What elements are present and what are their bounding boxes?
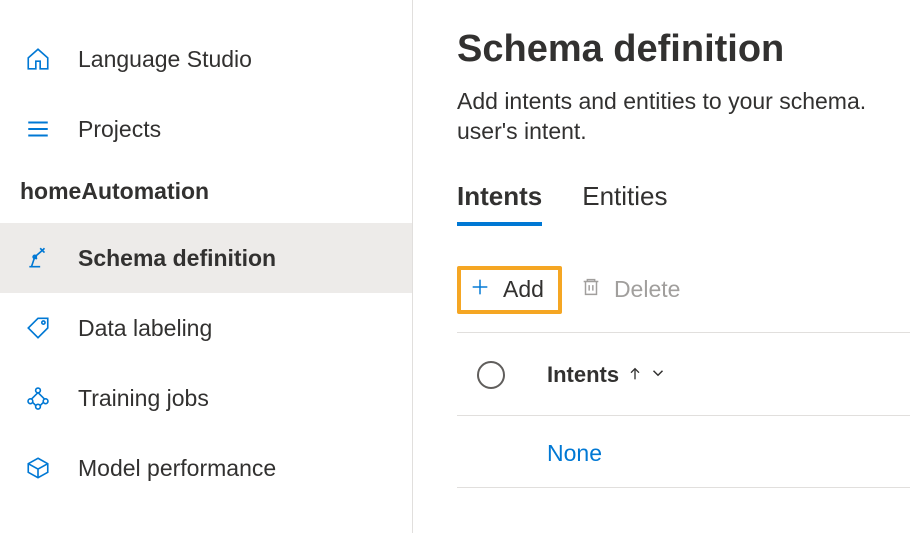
home-icon (24, 45, 52, 73)
nav-label: Model performance (78, 455, 276, 482)
network-icon (24, 384, 52, 412)
column-header-intents[interactable]: Intents (547, 362, 667, 388)
list-icon (24, 115, 52, 143)
toolbar: Add Delete (457, 266, 910, 333)
intent-link[interactable]: None (547, 440, 602, 466)
nav-data-labeling[interactable]: Data labeling (0, 293, 412, 363)
robot-arm-icon (24, 244, 52, 272)
nav-model-performance[interactable]: Model performance (0, 433, 412, 503)
add-label: Add (503, 276, 544, 303)
delete-label: Delete (614, 276, 680, 303)
page-description: Add intents and entities to your schema.… (457, 87, 910, 147)
nav-language-studio[interactable]: Language Studio (0, 24, 412, 94)
trash-icon (580, 276, 602, 304)
delete-button[interactable]: Delete (580, 276, 680, 304)
table-row[interactable]: None (457, 416, 910, 488)
nav-projects[interactable]: Projects (0, 94, 412, 164)
sort-ascending-icon (627, 362, 643, 388)
column-header-label: Intents (547, 362, 619, 388)
tab-intents[interactable]: Intents (457, 181, 542, 226)
nav-label: Projects (78, 116, 161, 143)
chevron-down-icon (649, 362, 667, 388)
table-header: Intents (457, 361, 910, 416)
tabs: Intents Entities (457, 181, 910, 226)
tag-icon (24, 314, 52, 342)
tab-entities[interactable]: Entities (582, 181, 667, 226)
sidebar: Language Studio Projects homeAutomation … (0, 0, 413, 533)
nav-training-jobs[interactable]: Training jobs (0, 363, 412, 433)
cube-icon (24, 454, 52, 482)
nav-label: Data labeling (78, 315, 212, 342)
project-name: homeAutomation (0, 164, 412, 223)
nav-schema-definition[interactable]: Schema definition (0, 223, 412, 293)
select-all-checkbox[interactable] (477, 361, 505, 389)
nav-label: Training jobs (78, 385, 209, 412)
add-button[interactable]: Add (457, 266, 562, 314)
nav-label: Language Studio (78, 46, 252, 73)
page-title: Schema definition (457, 28, 910, 71)
nav-label: Schema definition (78, 245, 276, 272)
plus-icon (469, 276, 491, 304)
main-content: Schema definition Add intents and entiti… (413, 0, 910, 533)
